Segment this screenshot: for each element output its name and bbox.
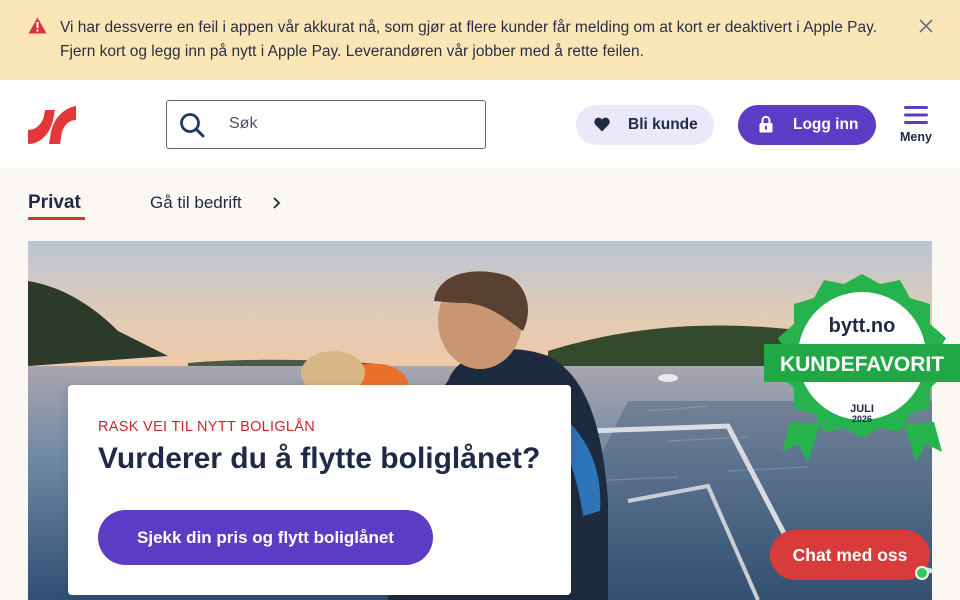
- hero-card: RASK VEI TIL NYTT BOLIGLÅN Vurderer du å…: [68, 385, 571, 595]
- chat-button[interactable]: Chat med oss: [770, 530, 930, 580]
- login-label: Logg inn: [793, 116, 859, 133]
- badge-ribbon: KUNDEFAVORIT: [780, 353, 944, 376]
- tab-private[interactable]: Privat: [28, 192, 81, 214]
- hero-eyebrow: RASK VEI TIL NYTT BOLIGLÅN: [98, 419, 316, 435]
- site-header: Bli kunde Logg inn Meny: [0, 80, 960, 168]
- search-icon[interactable]: [179, 112, 205, 138]
- search-input[interactable]: [229, 111, 469, 137]
- chevron-right-icon[interactable]: [272, 197, 281, 209]
- close-icon[interactable]: [918, 18, 934, 34]
- badge-year: 2026: [852, 414, 872, 424]
- active-tab-indicator: [28, 217, 85, 220]
- menu-label: Meny: [900, 130, 932, 144]
- tab-business[interactable]: Gå til bedrift: [150, 193, 242, 213]
- lock-icon: [759, 116, 773, 133]
- hero-title: Vurderer du å flytte boliglånet?: [98, 442, 541, 475]
- alert-banner: Vi har dessverre en feil i appen vår akk…: [0, 0, 960, 80]
- search-box[interactable]: [166, 100, 486, 149]
- hamburger-icon: [904, 106, 928, 124]
- become-customer-button[interactable]: Bli kunde: [576, 105, 714, 145]
- login-button[interactable]: Logg inn: [738, 105, 876, 145]
- award-badge: bytt.no KUNDEFAVORIT JULI 2026: [764, 274, 960, 462]
- badge-brand: bytt.no: [829, 315, 896, 337]
- warning-icon: [28, 17, 47, 34]
- check-price-button[interactable]: Sjekk din pris og flytt boliglånet: [98, 510, 433, 565]
- alert-message: Vi har dessverre en feil i appen vår akk…: [60, 19, 878, 60]
- menu-button[interactable]: Meny: [896, 106, 936, 146]
- become-customer-label: Bli kunde: [628, 116, 698, 133]
- chat-online-indicator: [915, 566, 929, 580]
- brand-logo[interactable]: [28, 106, 76, 144]
- heart-icon: [594, 117, 610, 132]
